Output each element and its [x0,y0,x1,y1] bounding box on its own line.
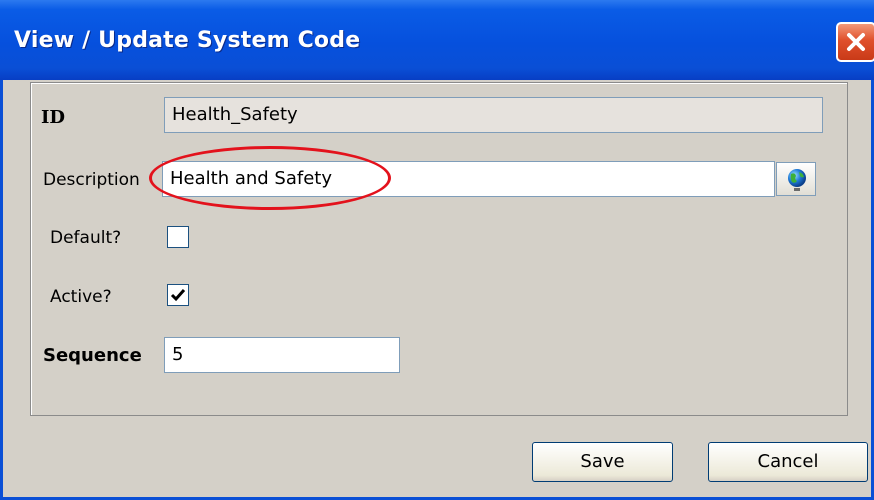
close-button[interactable] [836,22,874,62]
dialog-window: View / Update System Code ID Health_Safe… [0,0,874,500]
checkmark-icon [170,289,186,302]
id-label: ID [41,107,66,128]
description-field[interactable]: Health and Safety [162,161,775,197]
active-checkbox[interactable] [167,284,189,306]
save-button[interactable]: Save [532,442,673,482]
window-title: View / Update System Code [14,28,361,53]
id-field: Health_Safety [164,97,823,133]
close-icon [847,33,865,51]
translate-button[interactable] [776,162,816,196]
sequence-field[interactable]: 5 [164,337,400,373]
default-label: Default? [50,228,122,248]
default-checkbox[interactable] [167,226,189,248]
cancel-button[interactable]: Cancel [708,442,868,482]
sequence-label: Sequence [43,345,142,366]
description-label: Description [43,170,140,190]
active-label: Active? [50,287,112,307]
globe-icon [788,169,806,191]
title-bar[interactable]: View / Update System Code [0,0,874,80]
